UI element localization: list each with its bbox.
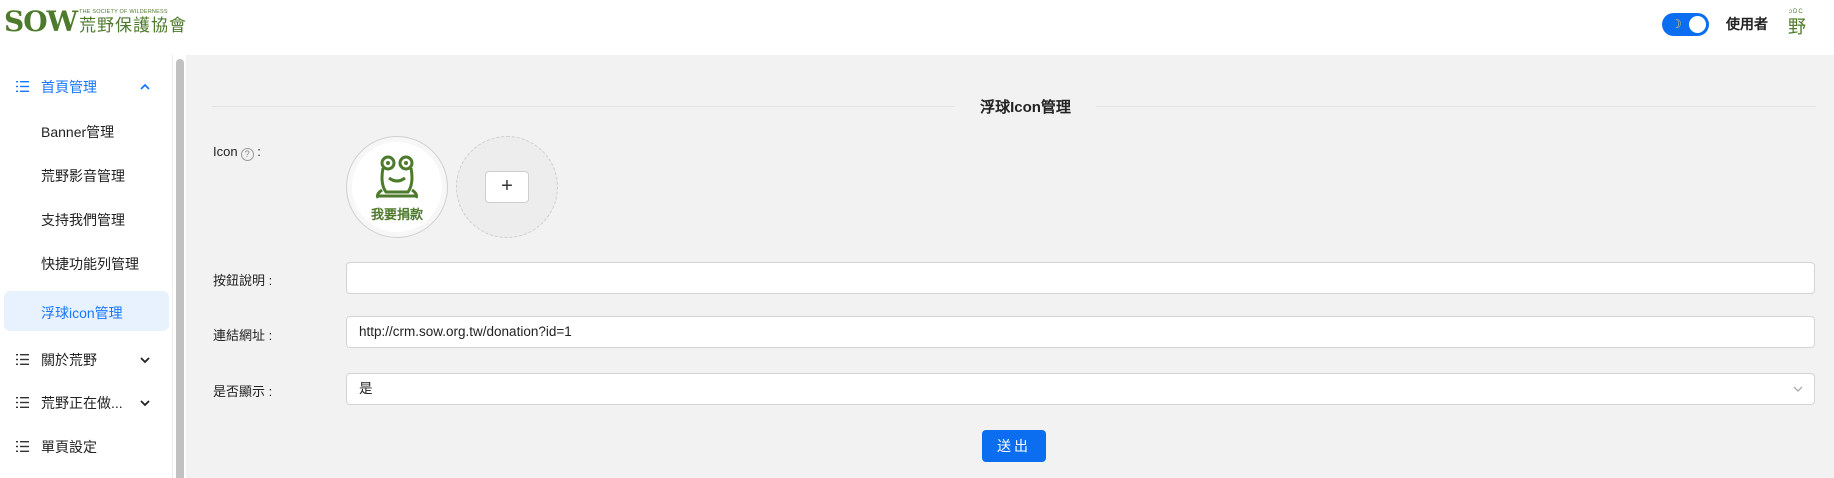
submit-button[interactable]: 送出	[982, 430, 1046, 462]
sidebar-group-label: 首頁管理	[41, 79, 97, 95]
add-icon-slot: +	[456, 136, 558, 238]
sidebar-group-label: 關於荒野	[41, 352, 97, 368]
display-label: 是否顯示 :	[213, 384, 273, 399]
avatar[interactable]: ɔDC 野	[1784, 9, 1816, 41]
link-input[interactable]: http://crm.sow.org.tw/donation?id=1	[346, 316, 1815, 348]
icon-caption: 我要捐款	[370, 207, 423, 222]
section-title: 浮球Icon管理	[980, 99, 1071, 116]
sidebar-group-about[interactable]: 關於荒野	[0, 340, 170, 380]
sidebar-item-shortcut[interactable]: 快捷功能列管理	[0, 242, 170, 282]
sidebar-item-support[interactable]: 支持我們管理	[0, 198, 170, 238]
list-icon	[16, 81, 29, 92]
logo-chinese-name: 荒野保護協會	[79, 16, 188, 36]
moon-icon: ☽	[1671, 17, 1682, 31]
sidebar-item-banner[interactable]: Banner管理	[0, 110, 170, 150]
sidebar: 首頁管理 Banner管理 荒野影音管理 支持我們管理 快捷功能列管理 浮球ic…	[0, 55, 172, 478]
question-circle-icon[interactable]: ?	[240, 148, 254, 161]
link-label: 連結網址 :	[213, 328, 273, 343]
icon-field-label: Icon? :	[213, 144, 261, 161]
frog-icon	[376, 155, 418, 199]
button-desc-input[interactable]	[346, 262, 1815, 294]
sow-logo[interactable]: SOW THE SOCIETY OF WILDERNESS 荒野保護協會	[4, 5, 188, 38]
sidebar-group-label: 荒野正在做...	[41, 395, 123, 411]
logo-english-name: THE SOCIETY OF WILDERNESS	[79, 9, 168, 15]
toggle-knob	[1689, 16, 1706, 33]
add-icon-button[interactable]: +	[485, 171, 529, 203]
sidebar-scrollbar[interactable]	[172, 55, 186, 478]
chevron-down-icon	[140, 357, 150, 364]
button-desc-label: 按鈕說明 :	[213, 273, 273, 288]
uploaded-icon-preview[interactable]: 我要捐款	[346, 136, 448, 238]
top-header: SOW THE SOCIETY OF WILDERNESS 荒野保護協會 ☽ 使…	[0, 0, 1834, 55]
list-icon	[16, 397, 29, 408]
sidebar-item-float-icon[interactable]: 浮球icon管理	[4, 291, 169, 331]
user-name[interactable]: 使用者	[1726, 14, 1768, 34]
divider	[1096, 106, 1816, 107]
sidebar-group-doing[interactable]: 荒野正在做...	[0, 383, 170, 423]
sidebar-group-label: 單頁設定	[41, 439, 97, 455]
logo-mark: SOW	[4, 5, 78, 38]
scrollbar-thumb[interactable]	[176, 59, 184, 478]
sidebar-item-video[interactable]: 荒野影音管理	[0, 154, 170, 194]
chevron-down-icon	[1793, 386, 1803, 392]
sidebar-group-single-page[interactable]: 單頁設定	[0, 427, 170, 467]
divider	[212, 106, 955, 107]
display-select-value: 是	[359, 381, 373, 396]
display-select[interactable]: 是	[346, 373, 1815, 405]
chevron-down-icon	[140, 400, 150, 407]
list-icon	[16, 441, 29, 452]
sidebar-group-home[interactable]: 首頁管理	[0, 67, 170, 107]
chevron-up-icon	[140, 83, 150, 90]
list-icon	[16, 354, 29, 365]
dark-mode-toggle[interactable]: ☽	[1662, 13, 1709, 36]
